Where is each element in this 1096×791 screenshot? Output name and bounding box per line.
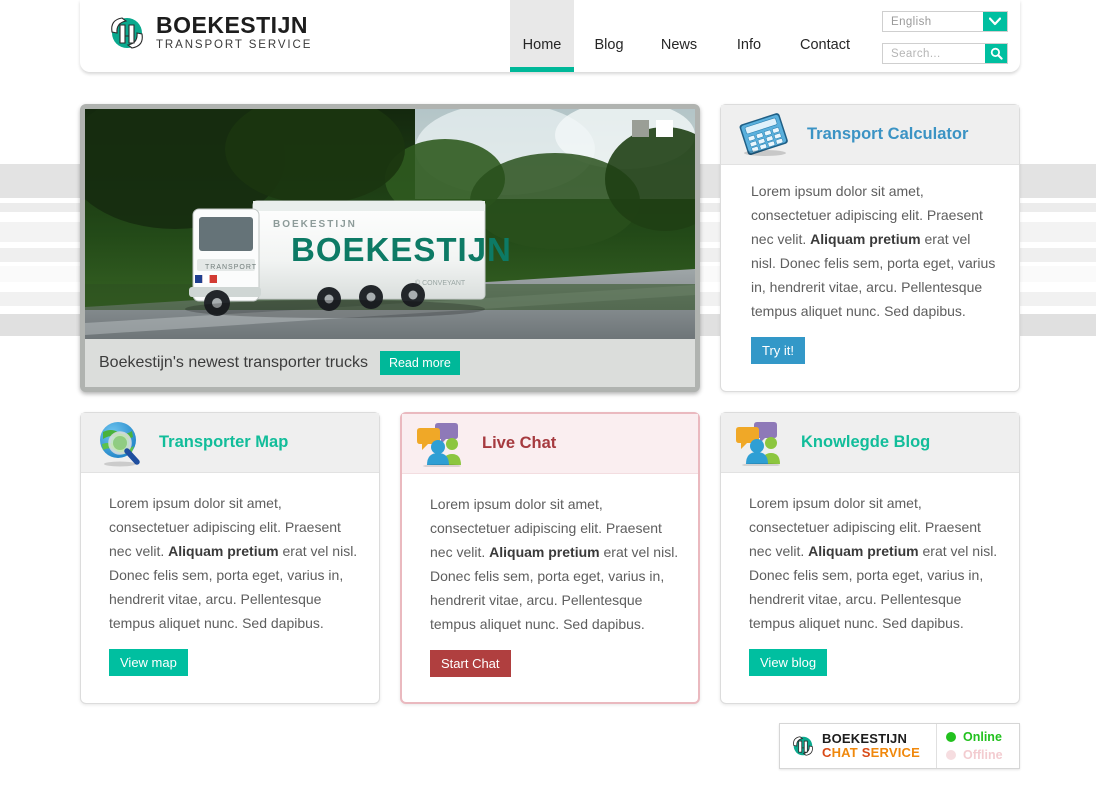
search-box[interactable] (882, 43, 1008, 64)
map-card-body: Lorem ipsum dolor sit amet, consectetuer… (81, 473, 379, 676)
blog-text-bold: Aliquam pretium (808, 543, 919, 559)
nav-item-label: Contact (800, 37, 850, 53)
calculator-body-text: Lorem ipsum dolor sit amet, consectetuer… (751, 179, 999, 323)
calculator-icon (735, 112, 793, 158)
nav-item-contact[interactable]: Contact (784, 0, 866, 72)
site-header: BOEKESTIJN TRANSPORT SERVICE Home Blog New… (80, 0, 1020, 72)
chat-brand-s: S (861, 745, 871, 760)
blog-card-header: Knowlegde Blog (721, 413, 1019, 473)
transporter-map-card: Transporter Map Lorem ipsum dolor sit am… (80, 412, 380, 704)
live-chat-card: Live Chat Lorem ipsum dolor sit amet, co… (400, 412, 700, 704)
main-navigation: Home Blog News Info Contact (510, 0, 866, 72)
boekestijn-logo-icon (106, 12, 148, 54)
chat-widget-brand-line1: BOEKESTIJN (822, 731, 908, 747)
language-selector[interactable]: English (882, 11, 1008, 32)
site-logo[interactable]: BOEKESTIJN TRANSPORT SERVICE (106, 12, 312, 54)
nav-item-info[interactable]: Info (714, 0, 784, 72)
svg-text:© CONVEYANT: © CONVEYANT (415, 279, 466, 287)
nav-item-label: Home (522, 37, 562, 53)
online-label: Online (963, 730, 1002, 744)
page-root: BOEKESTIJN TRANSPORT SERVICE Home Blog New… (0, 0, 1096, 791)
nav-item-label: Blog (594, 37, 624, 53)
view-blog-button[interactable]: View blog (749, 649, 828, 676)
calc-text-bold: Aliquam pretium (810, 231, 921, 247)
hero-slider: BOEKESTIJN BOEKESTIJN © CONVEYANT TRANSP… (80, 104, 700, 392)
search-icon[interactable] (985, 44, 1007, 63)
try-it-button[interactable]: Try it! (751, 337, 806, 364)
chevron-down-icon[interactable] (983, 12, 1007, 31)
chat-service-status-list: Online Offline (937, 724, 1019, 768)
blog-body-text: Lorem ipsum dolor sit amet, consectetuer… (749, 491, 1001, 635)
blog-card-title: Knowlegde Blog (801, 433, 931, 451)
map-card-title: Transporter Map (159, 433, 289, 451)
logo-tagline: TRANSPORT SERVICE (156, 39, 313, 52)
status-online[interactable]: Online (946, 728, 1019, 746)
slider-dot-1[interactable] (632, 120, 649, 137)
svg-text:TRANSPORT: TRANSPORT (205, 264, 257, 271)
chat-card-body: Lorem ipsum dolor sit amet, consectetuer… (402, 474, 698, 677)
nav-item-home[interactable]: Home (510, 0, 574, 72)
language-selected-value: English (891, 15, 932, 28)
chat-widget-brand-line2: CHAT SERVICE (822, 746, 920, 760)
calculator-panel-header: Transport Calculator (721, 105, 1019, 165)
chat-brand-ervice: ERVICE (870, 745, 921, 760)
chat-body-text: Lorem ipsum dolor sit amet, consectetuer… (430, 492, 680, 636)
logo-brand-name: BOEKESTIJN (156, 12, 308, 39)
map-text-bold: Aliquam pretium (168, 543, 279, 559)
blog-card-body: Lorem ipsum dolor sit amet, consectetuer… (721, 473, 1019, 676)
knowledge-blog-card: Knowlegde Blog Lorem ipsum dolor sit ame… (720, 412, 1020, 704)
hero-image: BOEKESTIJN BOEKESTIJN © CONVEYANT TRANSP… (85, 109, 695, 339)
chat-card-title: Live Chat (482, 434, 557, 452)
chat-people-icon (735, 420, 787, 467)
calculator-panel-body: Lorem ipsum dolor sit amet, consectetuer… (721, 165, 1019, 364)
chat-brand-c: C (822, 745, 832, 760)
view-map-button[interactable]: View map (109, 649, 188, 676)
hero-caption-text: Boekestijn's newest transporter trucks (99, 354, 368, 371)
slider-dot-2[interactable] (656, 120, 673, 137)
offline-label: Offline (963, 748, 1003, 762)
read-more-button[interactable]: Read more (379, 351, 460, 375)
map-card-header: Transporter Map (81, 413, 379, 473)
svg-text:BOEKESTIJN: BOEKESTIJN (291, 231, 512, 268)
chat-people-icon (416, 421, 468, 468)
globe-search-icon (97, 419, 145, 467)
start-chat-button[interactable]: Start Chat (430, 650, 511, 677)
nav-item-label: Info (736, 37, 762, 53)
calculator-panel-title: Transport Calculator (807, 125, 969, 143)
nav-item-blog[interactable]: Blog (574, 0, 644, 72)
svg-text:BOEKESTIJN: BOEKESTIJN (273, 219, 357, 230)
transport-calculator-panel: Transport Calculator Lorem ipsum dolor s… (720, 104, 1020, 392)
boekestijn-logo-icon (790, 733, 816, 759)
offline-dot-icon (946, 750, 956, 760)
online-dot-icon (946, 732, 956, 742)
chat-service-widget: BOEKESTIJN CHAT SERVICE Online Offline (779, 723, 1020, 769)
chat-card-header: Live Chat (402, 414, 698, 474)
hero-caption: Boekestijn's newest transporter trucks R… (85, 339, 695, 387)
chat-service-brand[interactable]: BOEKESTIJN CHAT SERVICE (780, 724, 937, 768)
chat-brand-hat: HAT (831, 745, 862, 760)
status-offline[interactable]: Offline (946, 746, 1019, 764)
chat-text-bold: Aliquam pretium (489, 544, 600, 560)
search-input[interactable] (883, 46, 985, 61)
map-body-text: Lorem ipsum dolor sit amet, consectetuer… (109, 491, 361, 635)
nav-item-news[interactable]: News (644, 0, 714, 72)
nav-item-label: News (660, 37, 698, 53)
slider-pagination (632, 120, 673, 137)
